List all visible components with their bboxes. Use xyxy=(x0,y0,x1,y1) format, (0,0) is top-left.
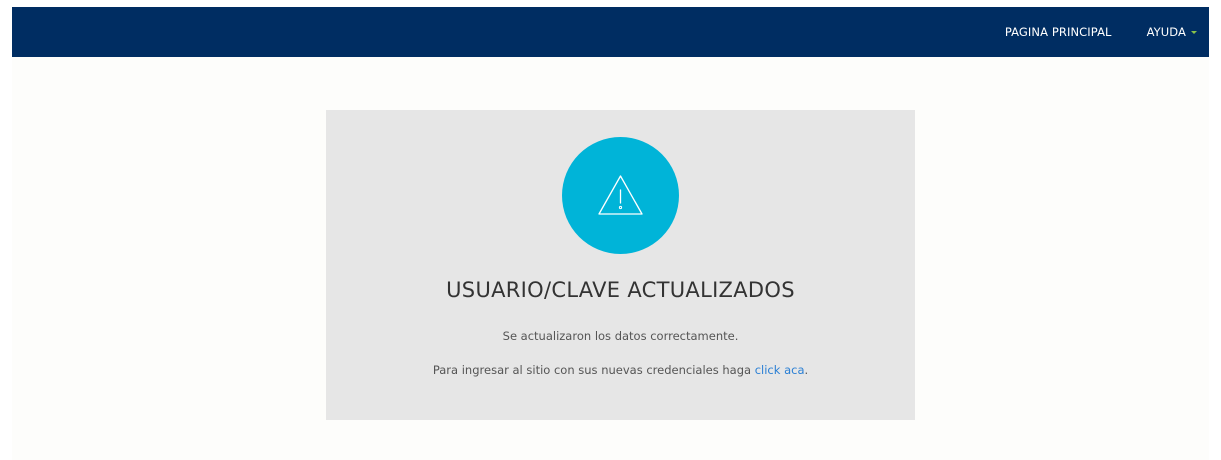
warning-icon xyxy=(598,175,643,215)
instructions-text: Para ingresar al sitio con sus nuevas cr… xyxy=(432,363,752,377)
login-link[interactable]: click aca xyxy=(755,363,805,377)
caret-down-icon xyxy=(1191,31,1197,34)
message-card: USUARIO/CLAVE ACTUALIZADOS Se actualizar… xyxy=(326,110,915,420)
alert-circle xyxy=(562,137,679,254)
nav-help-dropdown[interactable]: AYUDA xyxy=(1147,25,1197,39)
nav-home-link[interactable]: PAGINA PRINCIPAL xyxy=(1005,25,1112,39)
top-navbar: PAGINA PRINCIPAL AYUDA xyxy=(12,7,1209,57)
nav-help-label: AYUDA xyxy=(1146,25,1186,39)
nav-menu: PAGINA PRINCIPAL AYUDA xyxy=(1005,7,1209,57)
page: PAGINA PRINCIPAL AYUDA USUARIO/CLAVE ACT… xyxy=(12,7,1209,460)
message-text: Se actualizaron los datos correctamente. xyxy=(502,329,739,343)
message-title: USUARIO/CLAVE ACTUALIZADOS xyxy=(446,278,795,302)
instructions-period: . xyxy=(804,363,809,377)
login-instructions: Para ingresar al sitio con sus nuevas cr… xyxy=(326,363,915,377)
